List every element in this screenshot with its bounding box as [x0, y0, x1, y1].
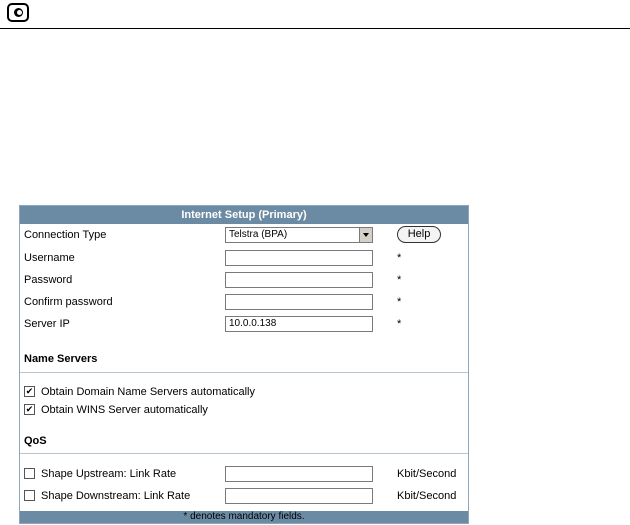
name-servers-heading: Name Servers: [24, 353, 98, 365]
shape-upstream-row: Shape Upstream: Link Rate Kbit/Second: [20, 464, 468, 486]
connection-type-value: Telstra (BPA): [229, 229, 288, 240]
obtain-dns-label: Obtain Domain Name Servers automatically: [41, 386, 255, 398]
obtain-dns-checkbox[interactable]: ✔: [24, 386, 35, 397]
server-ip-row: Server IP 10.0.0.138 *: [20, 314, 468, 336]
panel-title: Internet Setup (Primary): [20, 206, 468, 224]
confirm-password-label: Confirm password: [24, 296, 113, 308]
mandatory-note: * denotes mandatory fields.: [20, 511, 468, 523]
shape-downstream-label: Shape Downstream: Link Rate: [41, 490, 191, 502]
upstream-rate-input[interactable]: [225, 466, 373, 482]
top-bar: [0, 0, 630, 30]
connection-type-select[interactable]: Telstra (BPA): [225, 227, 373, 243]
shape-downstream-checkbox[interactable]: [24, 490, 35, 501]
obtain-wins-checkbox[interactable]: ✔: [24, 404, 35, 415]
username-input[interactable]: [225, 250, 373, 266]
username-row: Username *: [20, 248, 468, 270]
required-marker: *: [397, 252, 402, 264]
qos-heading: QoS: [24, 435, 47, 447]
confirm-password-input[interactable]: [225, 294, 373, 310]
downstream-unit: Kbit/Second: [397, 490, 457, 502]
shape-downstream-row: Shape Downstream: Link Rate Kbit/Second: [20, 486, 468, 508]
upstream-unit: Kbit/Second: [397, 468, 457, 480]
shape-upstream-label: Shape Upstream: Link Rate: [41, 468, 177, 480]
top-divider: [0, 28, 630, 29]
internet-setup-panel: Internet Setup (Primary) Connection Type…: [19, 205, 469, 524]
confirm-password-row: Confirm password *: [20, 292, 468, 314]
password-input[interactable]: [225, 272, 373, 288]
username-label: Username: [24, 252, 75, 264]
connection-type-label: Connection Type: [24, 229, 107, 241]
required-marker: *: [397, 274, 402, 286]
section-divider: [20, 453, 468, 454]
logo-icon: [7, 3, 29, 22]
required-marker: *: [397, 318, 402, 330]
dropdown-arrow-icon[interactable]: [359, 228, 372, 242]
required-marker: *: [397, 296, 402, 308]
obtain-wins-label: Obtain WINS Server automatically: [41, 404, 208, 416]
connection-type-row: Connection Type Telstra (BPA) Help: [20, 225, 468, 247]
obtain-wins-row: ✔ Obtain WINS Server automatically: [20, 400, 468, 422]
password-row: Password *: [20, 270, 468, 292]
server-ip-label: Server IP: [24, 318, 70, 330]
help-button[interactable]: Help: [397, 226, 441, 243]
password-label: Password: [24, 274, 73, 286]
section-divider: [20, 372, 468, 373]
server-ip-input[interactable]: 10.0.0.138: [225, 316, 373, 332]
downstream-rate-input[interactable]: [225, 488, 373, 504]
shape-upstream-checkbox[interactable]: [24, 468, 35, 479]
